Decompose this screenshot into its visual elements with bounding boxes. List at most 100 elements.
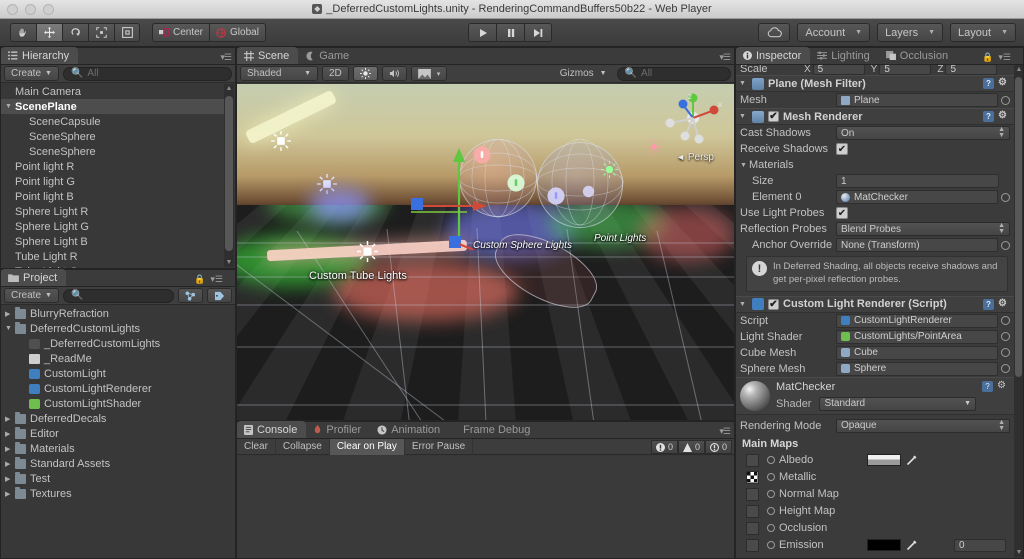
mesh-row[interactable]: Mesh Plane bbox=[736, 92, 1014, 108]
materials-size-input[interactable]: 1 bbox=[836, 174, 999, 188]
scene-audio-toggle[interactable] bbox=[381, 66, 407, 81]
chevron-down-icon[interactable]: ▼ bbox=[739, 301, 748, 308]
clr-light-shader-row[interactable]: Light Shader CustomLights/PointArea bbox=[736, 329, 1014, 345]
rendering-mode-dropdown[interactable]: Opaque ▲ ▼ bbox=[836, 418, 1010, 433]
close-button[interactable] bbox=[7, 4, 18, 15]
scroll-down-icon[interactable]: ▼ bbox=[1015, 549, 1023, 556]
light-gizmo-icon[interactable] bbox=[507, 174, 525, 192]
scene-options-button[interactable]: ▾☰ bbox=[719, 52, 731, 63]
object-picker-icon[interactable] bbox=[1001, 332, 1010, 342]
map-emission-color-swatch[interactable] bbox=[867, 539, 901, 552]
gear-icon[interactable]: ⚙ bbox=[998, 78, 1009, 89]
chevron-down-icon[interactable]: ▼ bbox=[5, 325, 15, 332]
map-occlusion-toggle[interactable] bbox=[767, 524, 775, 533]
console-clear-on-play-button[interactable]: Clear on Play bbox=[329, 438, 405, 455]
map-metallic-texture-slot[interactable] bbox=[746, 470, 759, 484]
console-error-pause-button[interactable]: Error Pause bbox=[405, 438, 474, 455]
scroll-up-icon[interactable]: ▲ bbox=[225, 85, 233, 92]
map-albedo-toggle[interactable] bbox=[767, 456, 775, 465]
gear-icon[interactable]: ⚙ bbox=[998, 111, 1009, 122]
hierarchy-item-tube-light-g[interactable]: Tube Light G bbox=[1, 264, 224, 269]
mesh-filter-header[interactable]: ▼ Plane (Mesh Filter) ? ⚙ bbox=[736, 75, 1014, 92]
layers-dropdown[interactable]: Layers ▼ bbox=[877, 23, 944, 42]
tab-inspector[interactable]: Inspector bbox=[736, 47, 811, 64]
rendering-mode-row[interactable]: Rendering Mode Opaque ▲ ▼ bbox=[736, 418, 1014, 434]
toolbar-right-group[interactable]: Account ▼ Layers ▼ Layout ▼ bbox=[758, 23, 1016, 42]
light-gizmo-icon[interactable] bbox=[271, 131, 291, 151]
light-gizmo-icon[interactable] bbox=[317, 174, 337, 194]
pivot-space-group[interactable]: Center Global bbox=[152, 23, 266, 42]
reflection-probes-row[interactable]: Reflection Probes Blend Probes ▲ ▼ bbox=[736, 221, 1014, 237]
clr-sphere-mesh-field[interactable]: Sphere bbox=[836, 361, 998, 376]
transform-tools[interactable] bbox=[10, 23, 140, 42]
materials-element0-field[interactable]: MatChecker bbox=[836, 190, 998, 204]
hierarchy-options-button[interactable]: ▾☰ bbox=[220, 52, 232, 63]
playback-controls[interactable] bbox=[468, 23, 552, 42]
object-picker-icon[interactable] bbox=[1001, 240, 1010, 250]
hierarchy-item-scenecapsule[interactable]: SceneCapsule bbox=[1, 114, 224, 129]
inspector-header-controls[interactable]: 🔒 ▾☰ bbox=[982, 52, 1011, 63]
tab-frame-debug[interactable]: Frame Debug bbox=[449, 421, 539, 438]
reflection-probes-dropdown[interactable]: Blend Probes ▲ ▼ bbox=[836, 222, 1010, 236]
play-button[interactable] bbox=[468, 23, 496, 42]
project-item-textures[interactable]: ▶ Textures bbox=[1, 486, 224, 501]
scale-tool-button[interactable] bbox=[88, 23, 114, 42]
project-create-button[interactable]: Create ▼ bbox=[4, 288, 59, 303]
hierarchy-create-button[interactable]: Create ▼ bbox=[4, 66, 59, 81]
rotate-tool-button[interactable] bbox=[62, 23, 88, 42]
material-shader-dropdown[interactable]: Standard ▼ bbox=[819, 396, 976, 411]
console-clear-button[interactable]: Clear bbox=[237, 438, 276, 455]
point-light-gizmo-icon[interactable] bbox=[601, 161, 618, 178]
map-emission-value-input[interactable]: 0 bbox=[954, 538, 1006, 552]
hierarchy-item-scenesphere[interactable]: SceneSphere bbox=[1, 144, 224, 159]
map-height-map-toggle[interactable] bbox=[767, 507, 775, 516]
transform-scale-row[interactable]: Scale X 5 Y 5 Z 5 bbox=[736, 65, 1014, 75]
chevron-right-icon[interactable]: ▶ bbox=[5, 310, 15, 318]
anchor-override-field[interactable]: None (Transform) bbox=[836, 238, 998, 252]
eyedropper-icon[interactable] bbox=[906, 539, 918, 551]
project-item--readme[interactable]: _ReadMe bbox=[1, 351, 224, 366]
map-height-map-row[interactable]: Height Map bbox=[736, 503, 1014, 520]
custom-light-renderer-rows[interactable]: Script CustomLightRenderer Light Shader Cus… bbox=[736, 313, 1014, 377]
chevron-down-icon[interactable]: ▼ bbox=[739, 113, 748, 120]
console-log-list[interactable] bbox=[237, 456, 734, 558]
map-normal-map-toggle[interactable] bbox=[767, 490, 775, 499]
scene-viewport[interactable]: x z Custom Tube Lights Custom Sphere Lig… bbox=[237, 84, 734, 420]
clr-script-row[interactable]: Script CustomLightRenderer bbox=[736, 313, 1014, 329]
eyedropper-icon[interactable] bbox=[906, 454, 918, 466]
hierarchy-item-scenesphere[interactable]: SceneSphere bbox=[1, 129, 224, 144]
filter-by-type-button[interactable] bbox=[178, 288, 203, 303]
tab-console[interactable]: Console bbox=[237, 421, 307, 438]
draw-mode-dropdown[interactable]: Shaded ▼ bbox=[240, 66, 318, 81]
console-options-button[interactable]: ▾☰ bbox=[719, 426, 731, 437]
hierarchy-item-sphere-light-b[interactable]: Sphere Light B bbox=[1, 234, 224, 249]
lock-icon[interactable]: 🔒 bbox=[982, 52, 993, 63]
project-item-blurryrefraction[interactable]: ▶ BlurryRefraction bbox=[1, 306, 224, 321]
project-item-standard-assets[interactable]: ▶ Standard Assets bbox=[1, 456, 224, 471]
clr-light-shader-field[interactable]: CustomLights/PointArea bbox=[836, 329, 998, 344]
step-button[interactable] bbox=[524, 23, 552, 42]
console-info-counter[interactable]: 0 bbox=[650, 440, 678, 454]
map-height-map-texture-slot[interactable] bbox=[746, 504, 759, 518]
tab-occlusion[interactable]: Occlusion bbox=[879, 47, 957, 64]
gizmos-dropdown[interactable]: Gizmos ▼ bbox=[554, 66, 613, 81]
inspector-content[interactable]: Scale X 5 Y 5 Z 5 ▼ Plane (Mesh Filter) … bbox=[736, 65, 1014, 558]
receive-shadows-row[interactable]: Receive Shadows ✔ bbox=[736, 141, 1014, 157]
inspector-scroll-thumb[interactable] bbox=[1015, 77, 1022, 377]
chevron-right-icon[interactable]: ▶ bbox=[5, 490, 15, 498]
map-metallic-row[interactable]: Metallic bbox=[736, 469, 1014, 486]
hierarchy-item-main-camera[interactable]: Main Camera bbox=[1, 84, 224, 99]
rect-tool-button[interactable] bbox=[114, 23, 140, 42]
pause-button[interactable] bbox=[496, 23, 524, 42]
scene-search-input[interactable]: 🔍 All bbox=[616, 66, 731, 81]
project-item-customlight[interactable]: CustomLight bbox=[1, 366, 224, 381]
cloud-services-button[interactable] bbox=[758, 23, 791, 42]
materials-row[interactable]: ▼ Materials bbox=[736, 157, 1014, 173]
light-gizmo-icon[interactable] bbox=[581, 184, 595, 198]
help-icon[interactable]: ? bbox=[983, 78, 994, 89]
hierarchy-search-input[interactable]: 🔍 All bbox=[62, 66, 232, 81]
tab-scene[interactable]: Scene bbox=[237, 47, 299, 64]
project-item-editor[interactable]: ▶ Editor bbox=[1, 426, 224, 441]
mesh-renderer-enabled-checkbox[interactable]: ✔ bbox=[768, 111, 779, 122]
help-icon[interactable]: ? bbox=[983, 298, 994, 310]
